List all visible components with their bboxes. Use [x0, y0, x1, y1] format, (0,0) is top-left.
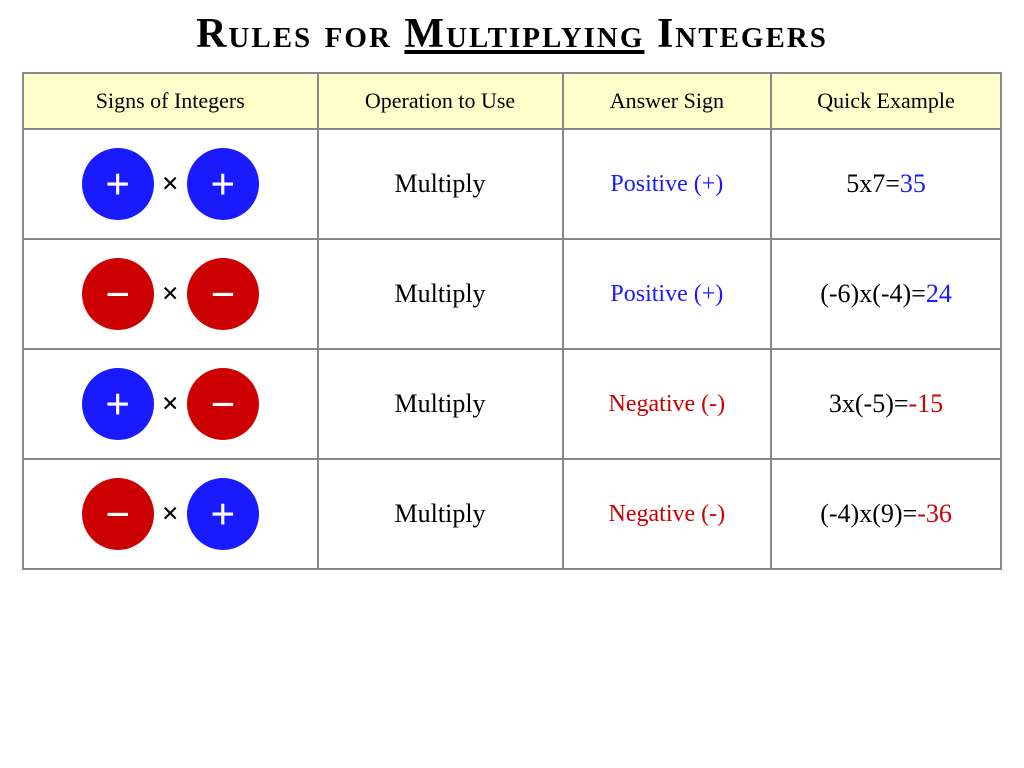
example-result-3: -36 — [917, 499, 952, 528]
times-icon: × — [162, 167, 179, 201]
operation-text-2: Multiply — [395, 389, 486, 418]
times-icon: × — [162, 497, 179, 531]
times-icon: × — [162, 387, 179, 421]
example-cell-0: 5x7=35 — [771, 129, 1001, 239]
col-header-signs: Signs of Integers — [23, 73, 318, 129]
blue-circle-2-0: + — [82, 368, 154, 440]
table-row: +×+ Multiply Positive (+) 5x7=35 — [23, 129, 1001, 239]
signs-cell-3: −×+ — [23, 459, 318, 569]
red-circle-2-1: − — [187, 368, 259, 440]
table-row: −×+ Multiply Negative (-) (-4)x(9)=-36 — [23, 459, 1001, 569]
title-underlined: Multiplying — [404, 11, 644, 57]
example-result-1: 24 — [926, 279, 952, 308]
col-header-example: Quick Example — [771, 73, 1001, 129]
table-row: −×− Multiply Positive (+) (-6)x(-4)=24 — [23, 239, 1001, 349]
example-result-0: 35 — [900, 169, 926, 198]
red-circle-3-0: − — [82, 478, 154, 550]
rules-table: Signs of Integers Operation to Use Answe… — [22, 72, 1002, 570]
answer-sign-cell-2: Negative (-) — [563, 349, 772, 459]
signs-cell-0: +×+ — [23, 129, 318, 239]
times-icon: × — [162, 277, 179, 311]
blue-circle-0-1: + — [187, 148, 259, 220]
col-header-answer: Answer Sign — [563, 73, 772, 129]
blue-circle-0-0: + — [82, 148, 154, 220]
answer-sign-text-3: Negative (-) — [609, 501, 726, 527]
operation-cell-3: Multiply — [318, 459, 563, 569]
answer-sign-cell-3: Negative (-) — [563, 459, 772, 569]
page-container: Rules for Multiplying Integers Signs of … — [0, 0, 1024, 768]
answer-sign-text-1: Positive (+) — [610, 281, 723, 307]
example-text-0: 5x7=35 — [846, 169, 926, 198]
example-text-2: 3x(-5)=-15 — [829, 389, 943, 418]
example-result-2: -15 — [909, 389, 944, 418]
table-row: +×− Multiply Negative (-) 3x(-5)=-15 — [23, 349, 1001, 459]
operation-cell-0: Multiply — [318, 129, 563, 239]
example-cell-3: (-4)x(9)=-36 — [771, 459, 1001, 569]
signs-cell-2: +×− — [23, 349, 318, 459]
answer-sign-cell-0: Positive (+) — [563, 129, 772, 239]
main-title: Rules for Multiplying Integers — [196, 10, 828, 58]
example-text-3: (-4)x(9)=-36 — [820, 499, 952, 528]
answer-sign-cell-1: Positive (+) — [563, 239, 772, 349]
red-circle-1-0: − — [82, 258, 154, 330]
operation-cell-1: Multiply — [318, 239, 563, 349]
red-circle-1-1: − — [187, 258, 259, 330]
example-text-1: (-6)x(-4)=24 — [820, 279, 952, 308]
operation-text-3: Multiply — [395, 499, 486, 528]
example-cell-2: 3x(-5)=-15 — [771, 349, 1001, 459]
example-cell-1: (-6)x(-4)=24 — [771, 239, 1001, 349]
operation-cell-2: Multiply — [318, 349, 563, 459]
answer-sign-text-2: Negative (-) — [609, 391, 726, 417]
signs-cell-1: −×− — [23, 239, 318, 349]
answer-sign-text-0: Positive (+) — [610, 171, 723, 197]
operation-text-1: Multiply — [395, 279, 486, 308]
blue-circle-3-1: + — [187, 478, 259, 550]
col-header-operation: Operation to Use — [318, 73, 563, 129]
operation-text-0: Multiply — [395, 169, 486, 198]
